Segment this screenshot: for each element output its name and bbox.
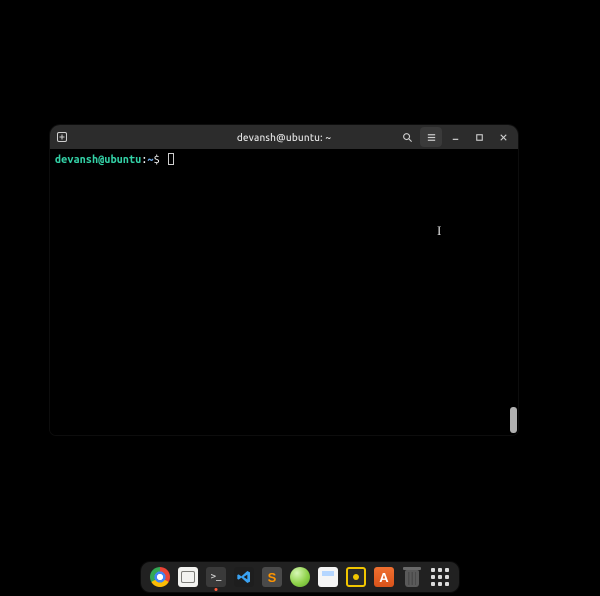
hamburger-icon <box>426 132 437 143</box>
terminal-body[interactable]: devansh@ubuntu:~$ I <box>50 149 518 435</box>
dock-item-rhythm[interactable] <box>345 566 367 588</box>
vscode-icon <box>234 567 254 587</box>
close-icon <box>498 132 509 143</box>
menu-button[interactable] <box>420 127 442 147</box>
dock-item-terminal[interactable] <box>205 566 227 588</box>
trash-icon <box>405 570 419 587</box>
search-icon <box>402 132 413 143</box>
minimize-icon <box>450 132 461 143</box>
dock-item-files[interactable] <box>177 566 199 588</box>
close-button[interactable] <box>492 127 514 147</box>
terminal-scrollbar-thumb[interactable] <box>510 407 517 433</box>
titlebar-left <box>50 125 74 149</box>
text-cursor-ibeam: I <box>437 224 441 238</box>
prompt-dollar: $ <box>154 154 160 166</box>
terminal-icon <box>206 567 226 587</box>
maximize-icon <box>474 132 485 143</box>
minimize-button[interactable] <box>444 127 466 147</box>
new-tab-button[interactable] <box>50 126 74 148</box>
dock-item-trash[interactable] <box>401 566 423 588</box>
chrome-icon <box>150 567 170 587</box>
search-button[interactable] <box>396 127 418 147</box>
titlebar-right <box>396 125 518 149</box>
dock: S A <box>141 562 459 592</box>
notes-icon <box>318 567 338 587</box>
prompt-userhost: devansh@ubuntu <box>55 154 141 166</box>
green-app-icon <box>290 567 310 587</box>
dock-item-sublime[interactable]: S <box>261 566 283 588</box>
terminal-window: devansh@ubuntu: ~ <box>50 125 518 435</box>
dock-item-notes[interactable] <box>317 566 339 588</box>
terminal-content: devansh@ubuntu:~$ <box>50 149 518 171</box>
window-titlebar[interactable]: devansh@ubuntu: ~ <box>50 125 518 149</box>
dock-item-chrome[interactable] <box>149 566 171 588</box>
maximize-button[interactable] <box>468 127 490 147</box>
dock-item-green[interactable] <box>289 566 311 588</box>
dock-item-apps[interactable] <box>429 566 451 588</box>
apps-grid-icon <box>430 567 450 587</box>
dock-item-software[interactable]: A <box>373 566 395 588</box>
sublime-icon: S <box>262 567 282 587</box>
terminal-cursor <box>168 153 174 165</box>
new-tab-icon <box>56 131 68 143</box>
dock-item-vscode[interactable] <box>233 566 255 588</box>
software-icon: A <box>374 567 394 587</box>
rhythm-icon <box>346 567 366 587</box>
terminal-scrollbar-track[interactable] <box>510 151 517 415</box>
files-icon <box>178 567 198 587</box>
